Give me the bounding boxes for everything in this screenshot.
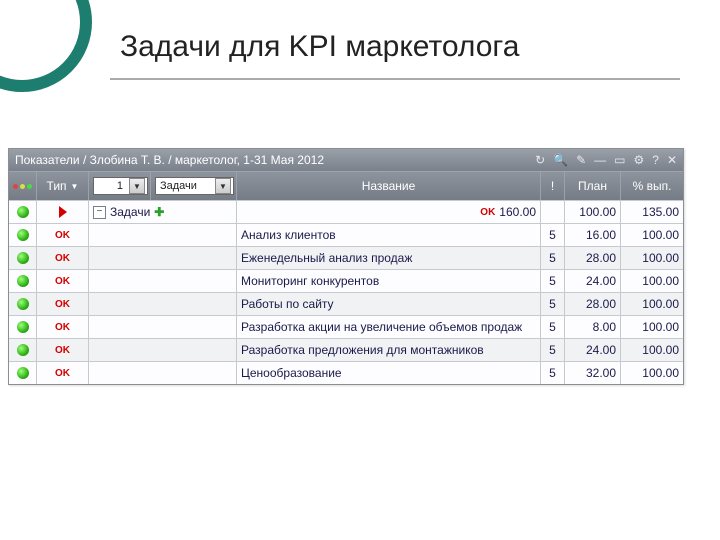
sort-value: 1 <box>96 180 126 192</box>
parent-pct: 135.00 <box>621 201 683 223</box>
dropdown-arrow-icon[interactable]: ▼ <box>215 178 231 194</box>
status-dot <box>9 201 37 223</box>
add-icon[interactable]: ✚ <box>154 205 164 219</box>
spacer-cell <box>89 339 237 361</box>
search-icon[interactable]: 🔍 <box>553 153 568 167</box>
spacer-cell <box>89 270 237 292</box>
row-pct: 100.00 <box>621 362 683 384</box>
row-plan: 16.00 <box>565 224 621 246</box>
status-dot <box>9 339 37 361</box>
status-dot <box>9 224 37 246</box>
spacer-cell <box>89 316 237 338</box>
kpi-panel: Показатели / Злобина Т. В. / маркетолог,… <box>8 148 684 385</box>
parent-row[interactable]: − Задачи ✚ OK 160.00 100.00 135.00 <box>9 200 683 223</box>
status-badge: OK <box>37 247 89 269</box>
row-name: Еженедельный анализ продаж <box>237 247 541 269</box>
row-pct: 100.00 <box>621 293 683 315</box>
row-priority: 5 <box>541 362 565 384</box>
parent-value-cell: OK 160.00 <box>237 201 541 223</box>
status-dot <box>9 270 37 292</box>
spacer-cell <box>89 224 237 246</box>
settings-icon[interactable]: ⚙ <box>633 153 644 167</box>
table-row[interactable]: OK Анализ клиентов516.00100.00 <box>9 223 683 246</box>
row-name: Работы по сайту <box>237 293 541 315</box>
spacer-cell <box>89 293 237 315</box>
status-dot <box>9 293 37 315</box>
table-row[interactable]: OK Мониторинг конкурентов524.00100.00 <box>9 269 683 292</box>
table-row[interactable]: OK Еженедельный анализ продаж528.00100.00 <box>9 246 683 269</box>
tools-icon[interactable]: ✎ <box>576 153 586 167</box>
category-value: Задачи <box>158 180 212 192</box>
row-name: Разработка предложения для монтажников <box>237 339 541 361</box>
dropdown-arrow-icon[interactable]: ▼ <box>129 178 145 194</box>
status-badge: OK <box>37 362 89 384</box>
collapse-icon[interactable]: − <box>93 206 106 219</box>
header-name[interactable]: Название <box>237 172 541 200</box>
status-dot <box>9 247 37 269</box>
help-icon[interactable]: ? <box>652 153 659 167</box>
parent-name: Задачи <box>110 205 150 219</box>
parent-name-cell[interactable]: − Задачи ✚ <box>89 201 237 223</box>
titlebar-toolbar: ↻ 🔍 ✎ — ▭ ⚙ ? ✕ <box>535 153 677 167</box>
row-plan: 28.00 <box>565 293 621 315</box>
table-header-row: Тип ▼ 1 ▼ Задачи ▼ Название ! План % вып… <box>9 171 683 200</box>
row-pct: 100.00 <box>621 339 683 361</box>
row-pct: 100.00 <box>621 270 683 292</box>
header-type-label: Тип <box>47 179 67 193</box>
row-pct: 100.00 <box>621 316 683 338</box>
header-type[interactable]: Тип ▼ <box>37 172 89 200</box>
row-name: Разработка акции на увеличение объемов п… <box>237 316 541 338</box>
row-pct: 100.00 <box>621 224 683 246</box>
row-priority: 5 <box>541 316 565 338</box>
spacer-cell <box>89 362 237 384</box>
row-priority: 5 <box>541 224 565 246</box>
row-plan: 28.00 <box>565 247 621 269</box>
row-name: Ценообразование <box>237 362 541 384</box>
table-row[interactable]: OK Разработка предложения для монтажников… <box>9 338 683 361</box>
row-plan: 24.00 <box>565 339 621 361</box>
table-row[interactable]: OK Работы по сайту528.00100.00 <box>9 292 683 315</box>
header-priority[interactable]: ! <box>541 172 565 200</box>
header-traffic[interactable] <box>9 172 37 200</box>
row-priority: 5 <box>541 293 565 315</box>
row-priority: 5 <box>541 339 565 361</box>
page-title: Задачи для KPI маркетолога <box>120 30 519 64</box>
window-title: Показатели / Злобина Т. В. / маркетолог,… <box>15 153 324 167</box>
row-name: Мониторинг конкурентов <box>237 270 541 292</box>
status-dot <box>9 362 37 384</box>
header-sort[interactable]: 1 ▼ <box>89 172 151 200</box>
header-pct[interactable]: % вып. <box>621 172 683 200</box>
status-badge: OK <box>37 270 89 292</box>
row-priority: 5 <box>541 270 565 292</box>
row-plan: 24.00 <box>565 270 621 292</box>
row-plan: 32.00 <box>565 362 621 384</box>
status-dot <box>9 316 37 338</box>
row-priority: 5 <box>541 247 565 269</box>
row-name: Анализ клиентов <box>237 224 541 246</box>
refresh-icon[interactable]: ↻ <box>535 153 545 167</box>
status-badge: OK <box>37 293 89 315</box>
table-row[interactable]: OK Разработка акции на увеличение объемов… <box>9 315 683 338</box>
status-badge: OK <box>37 339 89 361</box>
parent-priority <box>541 201 565 223</box>
row-flag-icon <box>37 201 89 223</box>
maximize-icon[interactable]: ▭ <box>614 153 625 167</box>
status-badge: OK <box>37 316 89 338</box>
decorative-circle <box>0 0 92 92</box>
parent-plan: 100.00 <box>565 201 621 223</box>
header-plan[interactable]: План <box>565 172 621 200</box>
window-titlebar: Показатели / Злобина Т. В. / маркетолог,… <box>9 149 683 171</box>
spacer-cell <box>89 247 237 269</box>
table-row[interactable]: OK Ценообразование532.00100.00 <box>9 361 683 384</box>
parent-total: 160.00 <box>499 205 536 219</box>
close-icon[interactable]: ✕ <box>667 153 677 167</box>
status-badge: OK <box>37 224 89 246</box>
title-underline <box>110 78 680 80</box>
header-category[interactable]: Задачи ▼ <box>151 172 237 200</box>
row-pct: 100.00 <box>621 247 683 269</box>
parent-ok-badge: OK <box>480 207 495 218</box>
minimize-icon[interactable]: — <box>594 153 606 167</box>
row-plan: 8.00 <box>565 316 621 338</box>
